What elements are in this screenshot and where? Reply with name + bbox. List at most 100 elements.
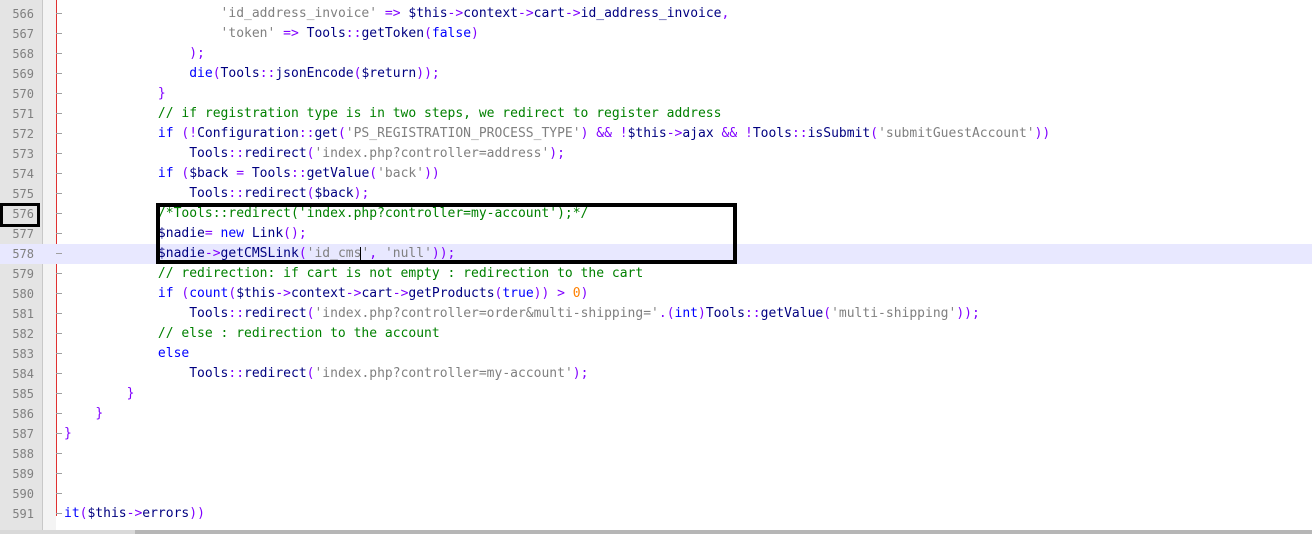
code-text[interactable]: if (!Configuration::get('PS_REGISTRATION… xyxy=(64,124,1050,144)
code-token: $nadie xyxy=(157,226,205,241)
code-token: ( xyxy=(369,166,378,181)
line-number[interactable]: 575 xyxy=(0,184,34,204)
line-number[interactable]: 587 xyxy=(0,424,34,444)
line-number[interactable]: 567 xyxy=(0,24,34,44)
code-text[interactable]: Tools::redirect($back); xyxy=(64,184,369,204)
line-number[interactable]: 566 xyxy=(0,4,34,24)
code-text[interactable]: else xyxy=(64,344,189,364)
code-line[interactable]: 571 // if registration type is in two st… xyxy=(0,104,1312,124)
line-number[interactable]: 581 xyxy=(0,304,34,324)
code-text[interactable]: 'id_address_invoice' => $this->context->… xyxy=(64,4,730,24)
code-token: /*Tools::redirect('index.php?controller=… xyxy=(157,206,589,221)
code-line[interactable]: 578 $nadie->getCMSLink('id_cms', 'null')… xyxy=(0,244,1312,264)
code-text[interactable]: ); xyxy=(64,44,205,64)
code-line[interactable]: 568 ); xyxy=(0,44,1312,64)
code-text[interactable]: /*Tools::redirect('index.php?controller=… xyxy=(64,204,588,224)
line-number[interactable]: 591 xyxy=(0,504,34,524)
line-number[interactable]: 580 xyxy=(0,284,34,304)
line-number[interactable]: 583 xyxy=(0,344,34,364)
code-line[interactable]: 567 'token' => Tools::getToken(false) xyxy=(0,24,1312,44)
line-number[interactable]: 588 xyxy=(0,444,34,464)
code-text[interactable]: $nadie= new Link(); xyxy=(64,224,307,244)
code-line[interactable]: 582 // else : redirection to the account xyxy=(0,324,1312,344)
code-text[interactable]: // redirection: if cart is not empty : r… xyxy=(64,264,643,284)
code-line[interactable]: 590 xyxy=(0,484,1312,504)
code-line[interactable]: 579 // redirection: if cart is not empty… xyxy=(0,264,1312,284)
code-line[interactable]: 584 Tools::redirect('index.php?controlle… xyxy=(0,364,1312,384)
code-text[interactable]: // else : redirection to the account xyxy=(64,324,440,344)
code-token: Tools xyxy=(189,186,229,201)
code-text[interactable]: die(Tools::jsonEncode($return)); xyxy=(64,64,440,84)
scrollbar-thumb[interactable] xyxy=(135,530,1312,534)
line-number[interactable]: 590 xyxy=(0,484,34,504)
line-number[interactable]: 579 xyxy=(0,264,34,284)
code-text[interactable]: if ($back = Tools::getValue('back')) xyxy=(64,164,440,184)
line-number[interactable]: 589 xyxy=(0,464,34,484)
code-line[interactable]: 576 /*Tools::redirect('index.php?control… xyxy=(0,204,1312,224)
code-line[interactable]: 573 Tools::redirect('index.php?controlle… xyxy=(0,144,1312,164)
code-editor[interactable]: 566 'id_address_invoice' => $this->conte… xyxy=(0,0,1312,534)
code-token: ( xyxy=(823,306,832,321)
line-number[interactable]: 578 xyxy=(0,244,34,264)
code-text[interactable]: } xyxy=(64,84,166,104)
code-text[interactable]: } xyxy=(64,404,103,424)
line-number[interactable]: 571 xyxy=(0,104,34,124)
code-line[interactable]: 570 } xyxy=(0,84,1312,104)
code-line[interactable]: 589 xyxy=(0,464,1312,484)
fold-tick xyxy=(56,173,62,174)
line-number[interactable]: 568 xyxy=(0,44,34,64)
code-line[interactable]: 574 if ($back = Tools::getValue('back')) xyxy=(0,164,1312,184)
line-number[interactable]: 573 xyxy=(0,144,34,164)
code-line[interactable]: 572 if (!Configuration::get('PS_REGISTRA… xyxy=(0,124,1312,144)
code-text[interactable]: if (count($this->context->cart->getProdu… xyxy=(64,284,589,304)
code-line[interactable]: 580 if (count($this->context->cart->getP… xyxy=(0,284,1312,304)
code-line[interactable]: 591 it($this->errors)) xyxy=(0,504,1312,524)
code-token: :: xyxy=(291,166,307,181)
code-text[interactable]: 'token' => Tools::getToken(false) xyxy=(64,24,479,44)
code-text[interactable]: Tools::redirect('index.php?controller=ad… xyxy=(64,144,565,164)
code-token: Tools xyxy=(244,166,291,181)
code-token: context xyxy=(463,6,518,21)
line-number[interactable]: 586 xyxy=(0,404,34,424)
code-line[interactable]: 569 die(Tools::jsonEncode($return)); xyxy=(0,64,1312,84)
line-number[interactable]: 585 xyxy=(0,384,34,404)
code-token: $this xyxy=(408,6,448,21)
horizontal-scrollbar[interactable] xyxy=(0,530,1312,534)
code-line[interactable]: 587} xyxy=(0,424,1312,444)
line-number[interactable]: 582 xyxy=(0,324,34,344)
code-lines[interactable]: 566 'id_address_invoice' => $this->conte… xyxy=(0,4,1312,524)
code-token: -> xyxy=(345,286,362,301)
line-number[interactable]: 584 xyxy=(0,364,34,384)
code-token: :: xyxy=(345,26,362,41)
code-text[interactable]: } xyxy=(64,424,72,444)
code-text[interactable]: Tools::redirect ('index.php?controller=or… xyxy=(64,304,980,324)
line-number[interactable]: 577 xyxy=(0,224,34,244)
code-line[interactable]: 586 } xyxy=(0,404,1312,424)
line-number[interactable]: 569 xyxy=(0,64,34,84)
code-token: 0 xyxy=(572,286,581,301)
code-line[interactable]: 585 } xyxy=(0,384,1312,404)
code-text[interactable]: // if registration type is in two steps,… xyxy=(64,104,722,124)
code-text[interactable]: it($this->errors)) xyxy=(64,504,205,524)
code-line[interactable]: 583 else xyxy=(0,344,1312,364)
code-text[interactable]: } xyxy=(64,384,135,404)
line-number[interactable]: 570 xyxy=(0,84,34,104)
code-text[interactable]: $nadie->getCMSLink('id_cms', 'null')); xyxy=(64,244,455,264)
line-number[interactable]: 574 xyxy=(0,164,34,184)
code-line[interactable]: 575 Tools::redirect($back); xyxy=(0,184,1312,204)
code-token: Configuration xyxy=(197,126,299,141)
fold-tick xyxy=(56,133,62,134)
code-text[interactable]: Tools::redirect('index.php?controller=my… xyxy=(64,364,588,384)
line-number[interactable]: 576 xyxy=(0,204,34,224)
code-token: :: xyxy=(228,186,245,201)
line-number[interactable]: 572 xyxy=(0,124,34,144)
code-line[interactable]: 581 Tools::redirect ('index.php?controlle… xyxy=(0,304,1312,324)
code-token: id_address_invoice xyxy=(580,6,722,21)
code-line[interactable]: 588 xyxy=(0,444,1312,464)
code-token: )) xyxy=(424,166,440,181)
code-line[interactable]: 566 'id_address_invoice' => $this->conte… xyxy=(0,4,1312,24)
code-line[interactable]: 577 $nadie= new Link(); xyxy=(0,224,1312,244)
